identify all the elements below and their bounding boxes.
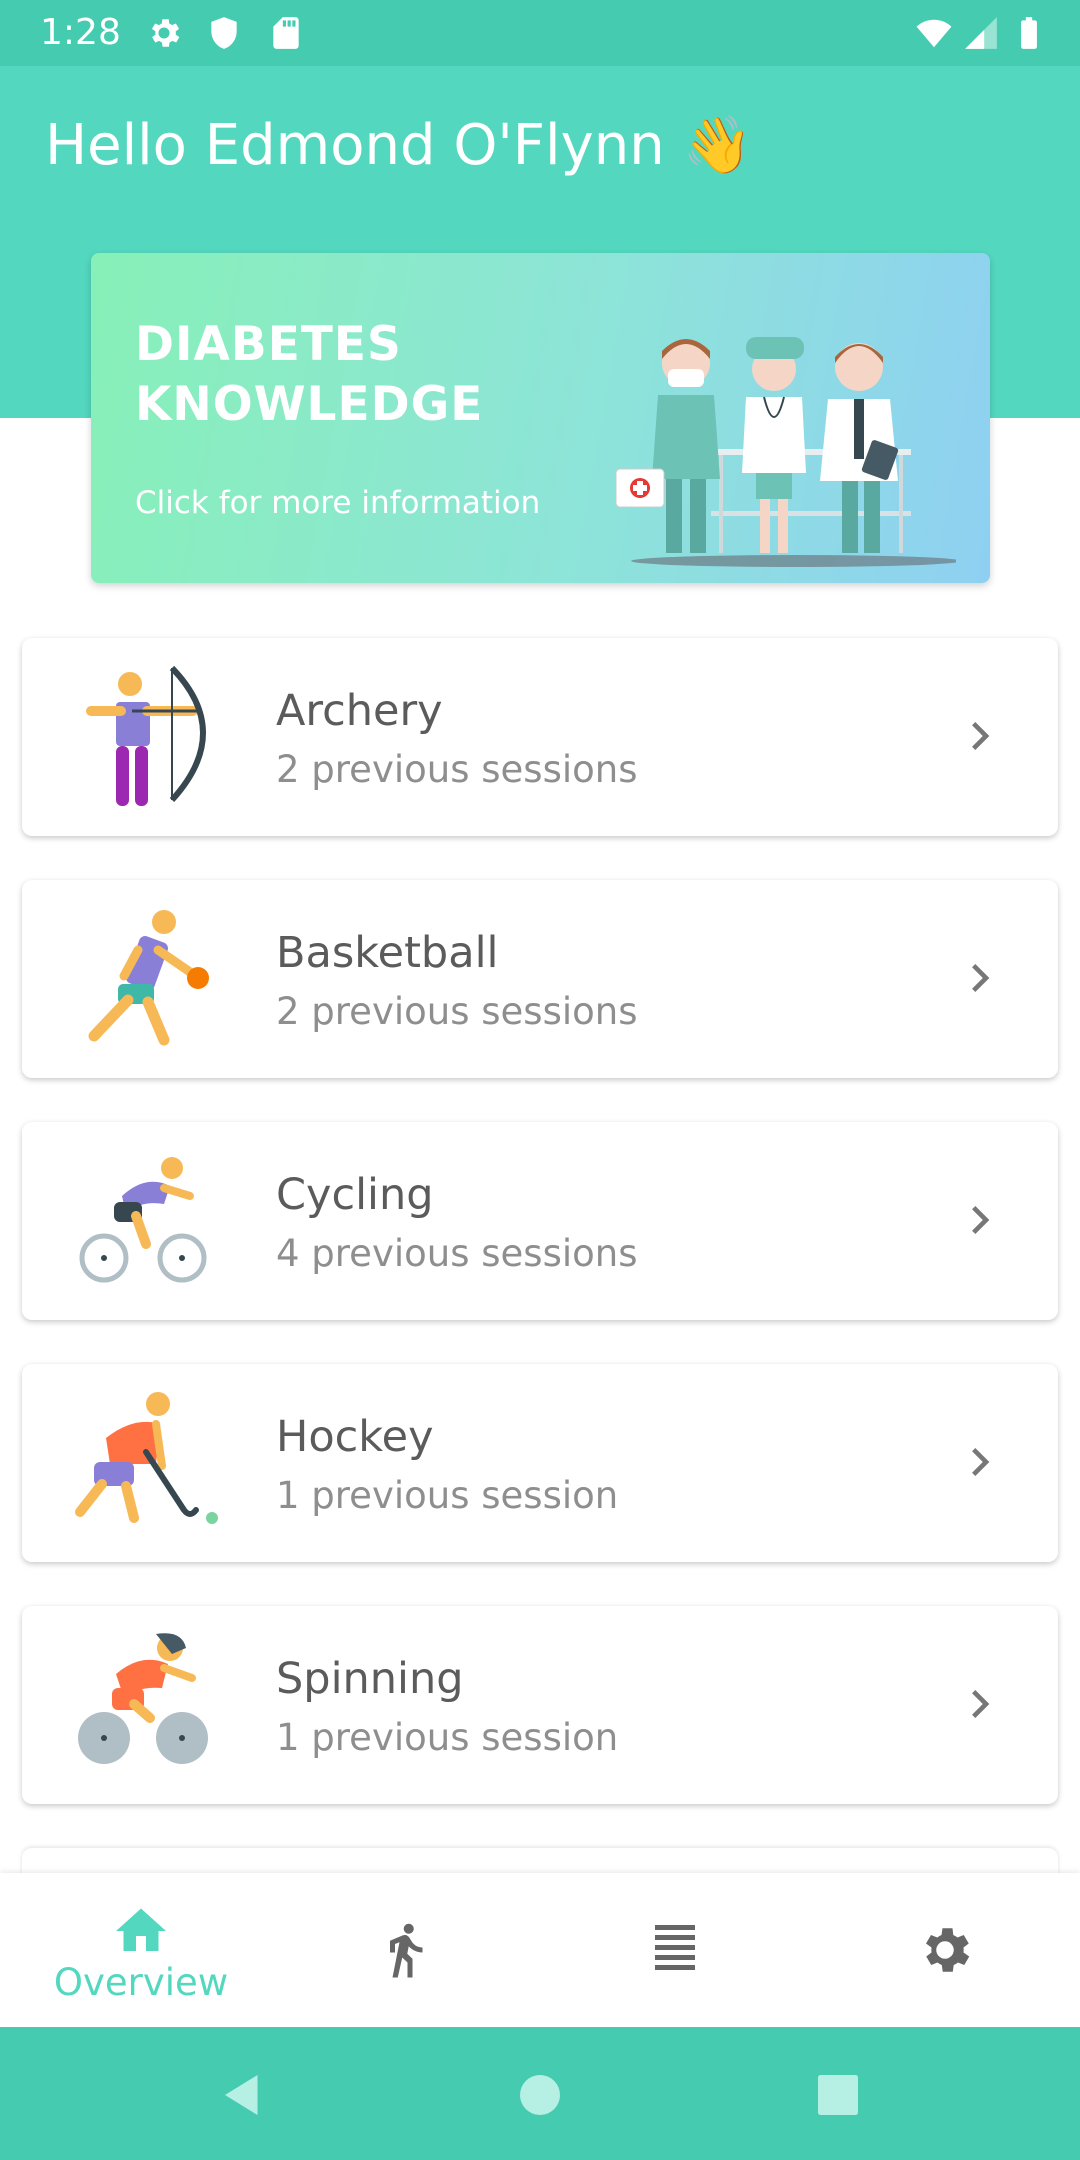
session-count: 2 previous sessions xyxy=(276,990,638,1033)
basketball-icon xyxy=(88,910,209,1046)
settings-icon xyxy=(151,19,180,47)
chevron-right-icon xyxy=(972,722,990,750)
recents-icon[interactable] xyxy=(808,2065,868,2125)
wifi-icon xyxy=(916,19,952,48)
session-count: 1 previous session xyxy=(276,1474,619,1517)
bottom-navigation: Overview xyxy=(0,1873,1080,2027)
sport-name: Hockey xyxy=(276,1412,434,1462)
spinning-icon xyxy=(78,1633,208,1764)
home-icon xyxy=(116,1908,166,1951)
list-item-cycling[interactable]: Cycling 4 previous sessions xyxy=(22,1122,1058,1320)
session-count: 2 previous sessions xyxy=(276,748,638,791)
chevron-right-icon xyxy=(972,964,990,992)
battery-icon xyxy=(1021,17,1037,49)
running-icon xyxy=(390,1923,423,1978)
banner-subtitle: Click for more information xyxy=(135,485,541,521)
list-item-basketball[interactable]: Basketball 2 previous sessions xyxy=(22,880,1058,1078)
shield-icon xyxy=(211,17,237,49)
sport-name: Archery xyxy=(276,686,443,736)
nav-overview[interactable]: Overview xyxy=(6,1873,276,2027)
sd-card-icon xyxy=(273,17,299,49)
diabetes-knowledge-banner[interactable]: DIABETES KNOWLEDGE Click for more inform… xyxy=(91,253,990,583)
archery-icon xyxy=(86,665,206,806)
session-count: 1 previous session xyxy=(276,1716,619,1759)
hockey-icon xyxy=(75,1392,218,1524)
nav-settings[interactable] xyxy=(810,1873,1080,2027)
medical-staff-illustration xyxy=(616,337,956,567)
sport-name: Spinning xyxy=(276,1654,464,1704)
nav-label-overview: Overview xyxy=(53,1961,229,2004)
list-icon xyxy=(655,1925,695,1970)
home-circle-icon[interactable] xyxy=(510,2065,570,2125)
nav-sessions[interactable] xyxy=(270,1873,540,2027)
list-item-spinning[interactable]: Spinning 1 previous session xyxy=(22,1606,1058,1804)
sport-name: Basketball xyxy=(276,928,499,978)
cycling-icon xyxy=(79,1157,207,1283)
status-time: 1:28 xyxy=(40,12,121,53)
list-item-hockey[interactable]: Hockey 1 previous session xyxy=(22,1364,1058,1562)
settings-icon xyxy=(926,1928,970,1972)
back-icon[interactable] xyxy=(210,2065,270,2125)
list-item-archery[interactable]: Archery 2 previous sessions xyxy=(22,638,1058,836)
chevron-right-icon xyxy=(972,1448,990,1476)
system-navigation-bar xyxy=(0,2027,1080,2160)
banner-title: DIABETES KNOWLEDGE xyxy=(135,317,484,432)
nav-list[interactable] xyxy=(540,1873,810,2027)
status-bar: 1:28 xyxy=(0,0,1080,66)
session-count: 4 previous sessions xyxy=(276,1232,638,1275)
greeting-text: Hello Edmond O'Flynn 👋 xyxy=(45,113,753,178)
chevron-right-icon xyxy=(972,1690,990,1718)
signal-icon xyxy=(965,17,997,49)
sport-name: Cycling xyxy=(276,1170,434,1220)
chevron-right-icon xyxy=(972,1206,990,1234)
